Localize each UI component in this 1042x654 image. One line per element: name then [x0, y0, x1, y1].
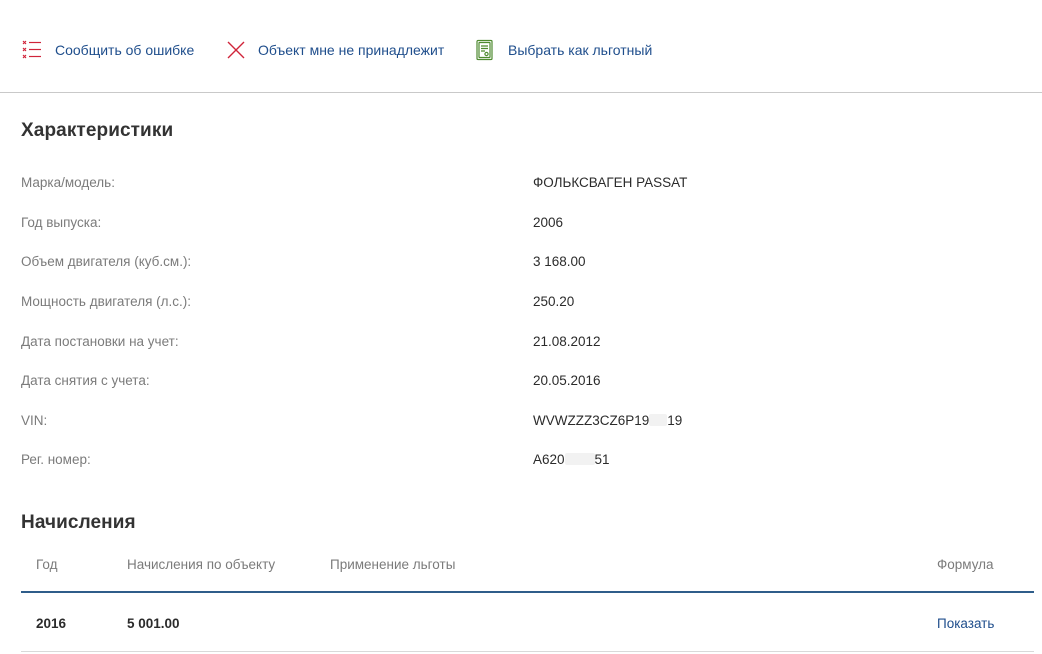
vin-visible-part: WVWZZZ3CZ6P19	[533, 413, 650, 428]
char-value-reg-number: А620 51	[533, 452, 610, 467]
char-key: Год выпуска:	[21, 215, 102, 230]
characteristics-title: Характеристики	[21, 120, 174, 141]
char-value: 20.05.2016	[533, 373, 601, 388]
report-error-label: Сообщить об ошибке	[55, 42, 195, 58]
choose-benefit-label: Выбрать как льготный	[508, 42, 653, 58]
char-value: 2006	[533, 215, 564, 230]
show-formula-link[interactable]: Показать	[937, 616, 994, 631]
char-key: VIN:	[21, 413, 48, 428]
char-key: Дата снятия с учета:	[21, 373, 150, 388]
redacted-mask	[564, 453, 595, 465]
reg-number-visible-part: А620	[533, 452, 565, 467]
char-row-registration-date: Дата постановки на учет: 21.08.2012	[0, 334, 1042, 356]
char-key: Мощность двигателя (л.с.):	[21, 294, 192, 309]
char-row-vin: VIN: WVWZZZ3CZ6P19 19	[0, 413, 1042, 435]
not-mine-label: Объект мне не принадлежит	[258, 42, 445, 58]
char-value: 21.08.2012	[533, 334, 601, 349]
error-list-icon	[21, 39, 43, 61]
column-header-charge: Начисления по объекту	[127, 557, 276, 572]
char-row-engine-volume: Объем двигателя (куб.см.): 3 168.00	[0, 254, 1042, 276]
cell-charge: 5 001.00	[127, 616, 180, 631]
char-key: Марка/модель:	[21, 175, 115, 190]
cell-year: 2016	[36, 616, 67, 631]
char-value: 3 168.00	[533, 254, 586, 269]
char-key: Рег. номер:	[21, 452, 91, 467]
char-row-engine-power: Мощность двигателя (л.с.): 250.20	[0, 294, 1042, 316]
char-row-make-model: Марка/модель: ФОЛЬКСВАГЕН PASSAT	[0, 175, 1042, 197]
column-header-benefit: Применение льготы	[330, 557, 456, 572]
char-row-deregistration-date: Дата снятия с учета: 20.05.2016	[0, 373, 1042, 395]
char-key: Дата постановки на учет:	[21, 334, 179, 349]
char-value: ФОЛЬКСВАГЕН PASSAT	[533, 175, 688, 190]
vehicle-object-page: Сообщить об ошибке Объект мне не принадл…	[0, 0, 1042, 654]
action-toolbar: Сообщить об ошибке Объект мне не принадл…	[0, 0, 1042, 93]
charges-title: Начисления	[21, 512, 136, 533]
reg-number-tail: 51	[594, 452, 610, 467]
report-error-button[interactable]: Сообщить об ошибке	[21, 38, 194, 62]
char-row-reg-number: Рег. номер: А620 51	[0, 452, 1042, 474]
vin-tail: 19	[667, 413, 683, 428]
column-header-year: Год	[36, 557, 58, 572]
document-certificate-icon	[474, 39, 496, 61]
char-row-year: Год выпуска: 2006	[0, 215, 1042, 237]
charges-table-header: Год Начисления по объекту Применение льг…	[21, 545, 1034, 593]
not-mine-button[interactable]: Объект мне не принадлежит	[225, 38, 444, 62]
redacted-mask	[649, 414, 668, 426]
char-key: Объем двигателя (куб.см.):	[21, 254, 192, 269]
choose-benefit-button[interactable]: Выбрать как льготный	[474, 38, 652, 62]
char-value-vin: WVWZZZ3CZ6P19 19	[533, 413, 682, 428]
close-cross-icon	[225, 39, 247, 61]
column-header-formula: Формула	[937, 557, 994, 572]
char-value: 250.20	[533, 294, 575, 309]
table-row: 2016 5 001.00 Показать	[21, 595, 1034, 652]
